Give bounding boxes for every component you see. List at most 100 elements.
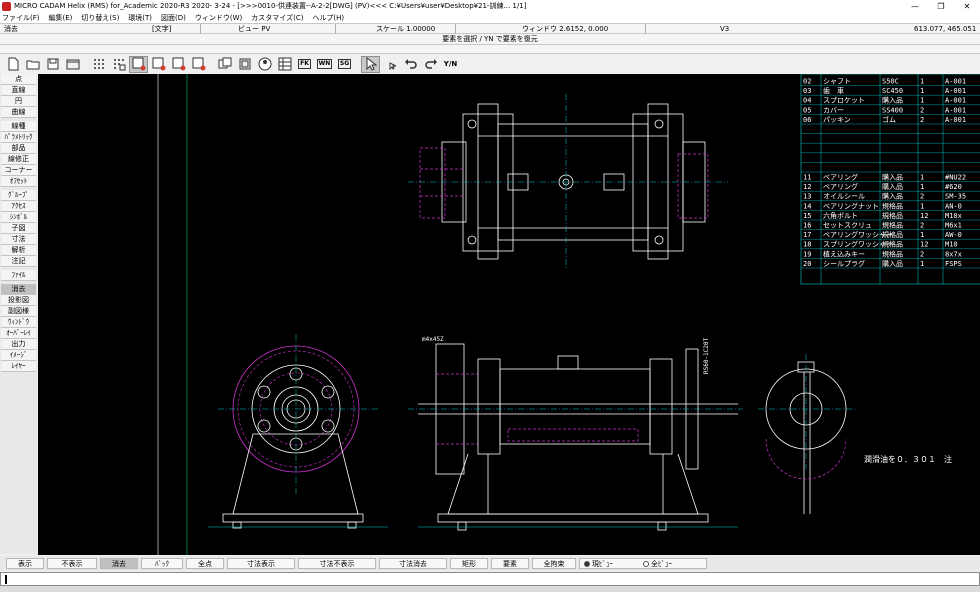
wn-button[interactable]: WN <box>315 56 334 73</box>
side-view-left[interactable] <box>222 345 364 529</box>
table-cell: 植え込みキー <box>823 249 865 258</box>
table-cell: 2 <box>920 250 924 258</box>
table-cell: AW-0 <box>945 231 962 239</box>
front-view-drawing[interactable] <box>418 343 738 531</box>
table-cell: AN-0 <box>945 202 962 210</box>
sidebar-item-annotation[interactable]: 注記 <box>1 256 36 267</box>
element-button[interactable]: 要素 <box>491 558 529 569</box>
table-cell: 02 <box>803 78 811 86</box>
sidebar-item-output[interactable]: 出力 <box>1 339 36 350</box>
close-button[interactable]: ✕ <box>954 0 980 12</box>
sidebar-item-projection[interactable]: 投影図 <box>1 295 36 306</box>
table-cell: 1 <box>920 78 924 86</box>
radio-dot-icon <box>643 560 649 567</box>
status-separator <box>200 24 201 34</box>
dim-erase-button[interactable]: 寸法消去 <box>379 558 447 569</box>
sprocket-dimension-label: RS60-1C20T <box>703 337 710 374</box>
table-cell: 歯 車 <box>823 86 844 95</box>
top-view-drawing[interactable] <box>441 103 706 260</box>
menu-drawing[interactable]: 図面(D) <box>161 13 186 23</box>
back-button[interactable]: ﾊﾞｯｸ <box>141 558 183 569</box>
redo-button[interactable] <box>421 56 440 73</box>
sidebar-item-line-modify[interactable]: 線修正 <box>1 154 36 165</box>
title-bar: MICRO CADAM Helix (RMS) for_Academic 202… <box>0 0 980 12</box>
table-cell: A-001 <box>945 87 966 95</box>
menu-help[interactable]: ヘルプ(H) <box>312 13 344 23</box>
sidebar-item-window[interactable]: ｳｨﾝﾄﾞｳ <box>1 317 36 328</box>
view-3-button[interactable] <box>169 56 188 73</box>
sidebar-item-corner[interactable]: コーナー <box>1 165 36 176</box>
symbol-button[interactable] <box>255 56 274 73</box>
sidebar-item-group[interactable]: ｸﾞﾙｰﾌﾟ <box>1 190 36 201</box>
sidebar-item-line[interactable]: 直線 <box>1 85 36 96</box>
sidebar-item-symbol[interactable]: ｼﾝﾎﾞﾙ <box>1 212 36 223</box>
minimize-button[interactable]: — <box>902 0 928 12</box>
text-cursor <box>5 575 7 584</box>
sidebar-item-analysis[interactable]: 解析 <box>1 245 36 256</box>
menu-bar: ファイル(F) 編集(E) 切り替え(S) 環境(T) 図面(D) ウィンドウ(… <box>0 12 980 23</box>
select-small-button[interactable] <box>381 56 400 73</box>
sidebar-item-point[interactable]: 点 <box>1 74 36 85</box>
view-1-button[interactable] <box>129 55 148 73</box>
table-cell: ベアリング <box>823 173 858 182</box>
table-icon <box>278 57 291 71</box>
open-folder-button[interactable] <box>23 56 42 73</box>
radio-current-view[interactable]: 現ﾋﾞｭｰ <box>584 559 613 569</box>
sidebar-item-access[interactable]: ｱｸｾｽ <box>1 201 36 212</box>
view-2-button[interactable] <box>149 56 168 73</box>
view-4-button[interactable] <box>189 56 208 73</box>
undo-button[interactable] <box>401 56 420 73</box>
dim-show-button[interactable]: 寸法表示 <box>227 558 295 569</box>
sidebar-item-part[interactable]: 部品 <box>1 143 36 154</box>
command-input[interactable] <box>0 572 980 586</box>
restore-button[interactable]: ❐ <box>928 0 954 12</box>
all-constraint-button[interactable]: 全拘束 <box>532 558 576 569</box>
copy-view-button[interactable] <box>215 56 234 73</box>
sidebar-item-overlay[interactable]: ｵｰﾊﾞｰﾚｲ <box>1 328 36 339</box>
sidebar-item-curve[interactable]: 曲線 <box>1 107 36 118</box>
sidebar-item-layer[interactable]: ﾚｲﾔｰ <box>1 361 36 372</box>
save-button[interactable] <box>43 56 62 73</box>
new-file-button[interactable] <box>3 56 22 73</box>
sidebar-item-circle[interactable]: 円 <box>1 96 36 107</box>
table-button[interactable] <box>275 56 294 73</box>
erase-button[interactable]: 消去 <box>100 558 138 569</box>
table-cell: シャフト <box>823 78 851 86</box>
rectangle-button[interactable]: 矩形 <box>450 558 488 569</box>
frame-icon <box>66 59 79 70</box>
fk-label: FK <box>298 59 311 69</box>
radio-all-views[interactable]: 全ﾋﾞｭｰ <box>643 559 672 569</box>
drawing-canvas[interactable]: 02 シャフト S50C 1 A-001 03 歯 車 SC450 1 A-001 04 スプロケット… <box>38 74 980 555</box>
menu-file[interactable]: ファイル(F) <box>2 13 40 23</box>
sidebar-item-offset[interactable]: ｵﾌｾｯﾄ <box>1 176 36 187</box>
sidebar-item-image[interactable]: ｲﾒｰｼﾞ <box>1 350 36 361</box>
yn-button[interactable]: Y/N <box>441 56 460 73</box>
select-button[interactable] <box>361 55 380 73</box>
sidebar-item-parametric[interactable]: ﾊﾟﾗﾒﾄﾘｯｸ <box>1 132 36 143</box>
sidebar-item-dimension[interactable]: 寸法 <box>1 234 36 245</box>
all-points-button[interactable]: 全点 <box>186 558 224 569</box>
frame-button[interactable] <box>63 56 82 73</box>
menu-customize[interactable]: カスタマイズ(C) <box>251 13 303 23</box>
menu-edit[interactable]: 編集(E) <box>49 13 73 23</box>
sidebar-item-file[interactable]: ﾌｧｲﾙ <box>1 270 36 281</box>
parts-table[interactable]: 02 シャフト S50C 1 A-001 03 歯 車 SC450 1 A-001 04 スプロケット… <box>800 74 980 285</box>
sidebar-item-linetype[interactable]: 線種 <box>1 121 36 132</box>
hide-button[interactable]: 不表示 <box>47 558 97 569</box>
table-cell: 15 <box>803 212 811 220</box>
layers-button[interactable] <box>235 56 254 73</box>
menu-window[interactable]: ウィンドウ(W) <box>195 13 242 23</box>
show-button[interactable]: 表示 <box>6 558 44 569</box>
menu-switch[interactable]: 切り替え(S) <box>81 13 119 23</box>
view-window-icon <box>132 57 145 71</box>
sidebar-item-subdrawing[interactable]: 副図様 <box>1 306 36 317</box>
sidebar-item-child-drawing[interactable]: 子図 <box>1 223 36 234</box>
sg-button[interactable]: SG <box>335 56 354 73</box>
dim-hide-button[interactable]: 寸法不表示 <box>298 558 376 569</box>
sidebar-item-erase[interactable]: 消去 <box>1 284 36 295</box>
menu-environment[interactable]: 環境(T) <box>128 13 152 23</box>
input-row <box>0 45 980 54</box>
grid-button[interactable] <box>89 56 108 73</box>
snap-grid-button[interactable] <box>109 56 128 73</box>
fk-button[interactable]: FK <box>295 56 314 73</box>
